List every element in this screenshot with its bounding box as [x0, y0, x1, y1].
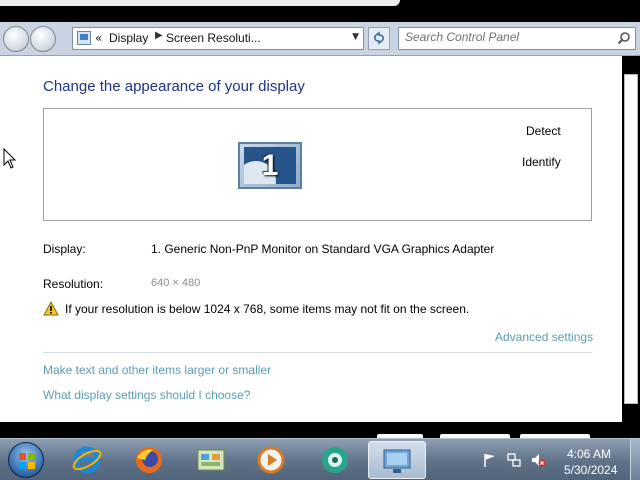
show-desktop-button[interactable]	[630, 439, 640, 480]
monitor-1-thumbnail[interactable]: 1	[238, 142, 302, 189]
chevron-down-icon[interactable]: ▼	[352, 32, 359, 42]
warning-icon	[43, 301, 59, 316]
resolution-warning: If your resolution is below 1024 x 768, …	[65, 302, 470, 316]
display-select[interactable]: 1. Generic Non-PnP Monitor on Standard V…	[151, 242, 494, 256]
taskbar: 4:06 AM 5/30/2024	[0, 438, 640, 480]
taskbar-item-firefox[interactable]	[124, 441, 174, 479]
control-panel-icon	[197, 449, 225, 471]
refresh-button[interactable]	[368, 27, 390, 50]
screen: « Display ▶ Screen Resoluti... ▼ Change …	[0, 0, 640, 480]
search-box[interactable]	[398, 27, 636, 50]
monitor-icon: 1	[244, 147, 296, 184]
windows-logo-icon	[8, 442, 44, 478]
window-frame-glass	[0, 0, 400, 6]
screen-resolution-icon	[383, 449, 411, 473]
volume-muted-icon[interactable]	[530, 452, 546, 468]
action-center-flag-icon[interactable]	[482, 452, 498, 468]
advanced-settings-link[interactable]: Advanced settings	[495, 330, 593, 344]
identify-button[interactable]: Identify	[522, 155, 561, 169]
dialog-button-strip	[0, 422, 640, 442]
scrollbar-thumb[interactable]	[624, 74, 638, 404]
navigation-bar: « Display ▶ Screen Resoluti... ▼	[0, 22, 640, 56]
display-help-link[interactable]: What display settings should I choose?	[43, 388, 250, 402]
taskbar-item-control-panel[interactable]	[186, 441, 236, 479]
taskbar-item-internet-explorer[interactable]	[62, 441, 112, 479]
resolution-label: Resolution:	[43, 277, 104, 291]
control-panel-icon	[77, 31, 91, 45]
taskbar-item-media-player[interactable]	[246, 441, 296, 479]
address-bar[interactable]: « Display ▶ Screen Resoluti... ▼	[72, 27, 364, 50]
text-size-link[interactable]: Make text and other items larger or smal…	[43, 363, 271, 377]
refresh-icon	[374, 31, 384, 45]
back-button[interactable]	[3, 26, 29, 52]
network-icon[interactable]	[506, 452, 522, 468]
breadcrumb-screen-resolution[interactable]: Screen Resoluti...	[166, 31, 261, 45]
breadcrumb-display[interactable]: Display	[109, 31, 148, 45]
internet-explorer-icon	[72, 446, 102, 474]
monitor-arrangement-panel: 1 Detect Identify	[43, 108, 592, 221]
search-icon[interactable]	[617, 31, 631, 45]
start-button[interactable]	[4, 441, 48, 479]
app-icon	[322, 447, 348, 473]
taskbar-item-screen-resolution[interactable]	[368, 441, 426, 479]
system-tray: 4:06 AM 5/30/2024	[470, 439, 640, 480]
clock-time[interactable]: 4:06 AM	[567, 447, 611, 461]
divider	[43, 352, 592, 353]
screen-resolution-panel: Change the appearance of your display 1 …	[0, 56, 622, 422]
clock-date[interactable]: 5/30/2024	[564, 463, 617, 477]
chevron-right-icon[interactable]: ▶	[155, 30, 163, 41]
display-label: Display:	[43, 242, 86, 256]
page-title: Change the appearance of your display	[43, 78, 305, 95]
resolution-select[interactable]: 640 × 480	[151, 277, 200, 289]
firefox-icon	[136, 447, 162, 473]
forward-button[interactable]	[30, 26, 56, 52]
search-input[interactable]	[405, 30, 605, 44]
media-player-icon	[257, 446, 285, 474]
mouse-cursor-icon	[3, 148, 17, 169]
monitor-number: 1	[261, 149, 279, 182]
vertical-scrollbar[interactable]	[622, 56, 640, 422]
detect-button[interactable]: Detect	[526, 124, 561, 138]
taskbar-item-app[interactable]	[310, 441, 360, 479]
window-top-edge	[0, 0, 640, 22]
breadcrumb-overflow[interactable]: «	[95, 31, 102, 45]
